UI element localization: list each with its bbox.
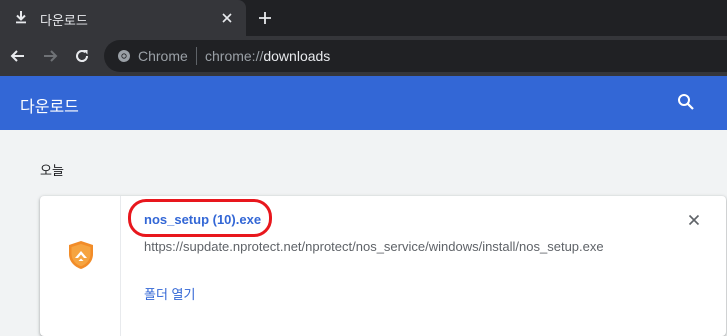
highlight-annotation: [128, 199, 272, 237]
chrome-logo-icon: [118, 50, 130, 62]
forward-arrow-icon[interactable]: [40, 46, 60, 66]
date-heading: 오늘: [40, 163, 64, 178]
toolbar: Chrome chrome://downloads: [0, 36, 727, 76]
tab-downloads[interactable]: 다운로드: [0, 0, 246, 36]
reload-icon[interactable]: [72, 46, 92, 66]
remove-item-icon[interactable]: [688, 214, 700, 226]
file-source-url: https://supdate.nprotect.net/nprotect/no…: [144, 239, 604, 254]
search-icon[interactable]: [677, 93, 695, 111]
page-header: 다운로드: [0, 76, 727, 130]
address-bar[interactable]: Chrome chrome://downloads: [104, 40, 727, 72]
file-icon-column: [40, 196, 121, 336]
tab-title: 다운로드: [40, 13, 88, 28]
new-tab-icon[interactable]: [258, 11, 272, 25]
page-title: 다운로드: [20, 99, 79, 116]
tab-close-icon[interactable]: [220, 11, 234, 25]
shield-file-icon: [69, 241, 93, 269]
tab-strip: 다운로드: [0, 0, 727, 36]
omnibox-divider: [196, 47, 197, 65]
url-scheme: chrome://: [205, 48, 264, 64]
download-icon: [16, 11, 26, 24]
url-text: chrome://downloads: [205, 48, 330, 64]
back-arrow-icon[interactable]: [8, 46, 28, 66]
site-chip: Chrome: [138, 48, 188, 64]
url-host: downloads: [263, 48, 331, 64]
download-item-card: nos_setup (10).exe https://supdate.nprot…: [40, 196, 726, 336]
open-folder-link[interactable]: 폴더 열기: [144, 284, 195, 303]
